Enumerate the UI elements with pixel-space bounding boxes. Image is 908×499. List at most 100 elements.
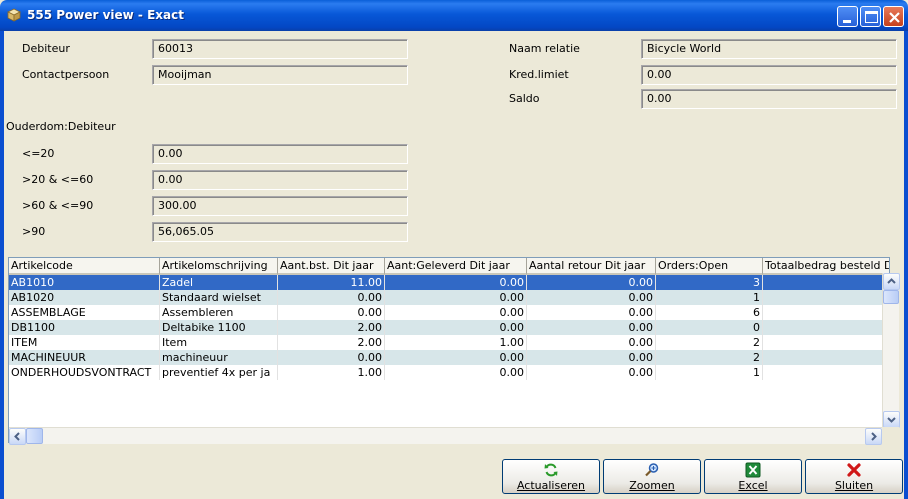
articles-grid[interactable]: Artikelcode Artikelomschrijving Aant.bst…: [8, 257, 890, 443]
excel-button[interactable]: Excel: [704, 459, 802, 494]
debiteur-label: Debiteur: [22, 42, 70, 55]
arrow-left-icon: [14, 432, 20, 441]
saldo-field[interactable]: 0.00: [641, 89, 897, 109]
window-client-area: Debiteur 60013 Contactpersoon Mooijman N…: [4, 31, 904, 499]
column-header-aant-bst[interactable]: Aant.bst. Dit jaar: [278, 258, 385, 275]
vertical-scroll-thumb[interactable]: [883, 290, 899, 304]
table-cell: Standaard wielset: [160, 290, 278, 305]
ouderdom-field-2[interactable]: 0.00: [152, 170, 408, 190]
column-header-artikelcode[interactable]: Artikelcode: [9, 258, 160, 275]
table-cell: DB1100: [9, 320, 160, 335]
debiteur-field[interactable]: 60013: [152, 39, 408, 59]
excel-label: Excel: [738, 479, 768, 492]
table-cell: ITEM: [9, 335, 160, 350]
table-cell: 0.00: [527, 275, 656, 290]
column-header-artikelomschrijving[interactable]: Artikelomschrijving: [160, 258, 278, 275]
zoom-icon: [645, 463, 659, 477]
table-cell: 1: [656, 365, 763, 380]
contactpersoon-field[interactable]: Mooijman: [152, 65, 408, 85]
column-header-aantal-retour[interactable]: Aantal retour Dit jaar: [527, 258, 656, 275]
table-cell: Assembleren: [160, 305, 278, 320]
ouderdom-field-1[interactable]: 0.00: [152, 144, 408, 164]
scroll-right-button[interactable]: [865, 428, 882, 445]
saldo-label: Saldo: [509, 92, 540, 105]
table-row[interactable]: ONDERHOUDSVONTRACT preventief 4x per ja 1.…: [9, 365, 889, 380]
close-x-icon: [847, 463, 861, 477]
zoomen-button[interactable]: Zoomen: [603, 459, 701, 494]
scroll-down-button[interactable]: [883, 411, 900, 428]
actualiseren-label: Actualiseren: [516, 479, 586, 492]
table-cell: 0.00: [278, 350, 385, 365]
table-row[interactable]: ITEM Item 2.00 1.00 0.00 2: [9, 335, 889, 350]
table-row[interactable]: ASSEMBLAGE Assembleren 0.00 0.00 0.00 6: [9, 305, 889, 320]
table-cell: preventief 4x per ja: [160, 365, 278, 380]
table-cell: [763, 350, 889, 365]
column-header-orders-open[interactable]: Orders:Open: [656, 258, 763, 275]
refresh-icon: [544, 463, 558, 477]
table-cell: 1.00: [385, 335, 527, 350]
maximize-button[interactable]: [860, 6, 881, 27]
table-cell: 0.00: [385, 290, 527, 305]
table-cell: ONDERHOUDSVONTRACT: [9, 365, 160, 380]
table-cell: Deltabike 1100: [160, 320, 278, 335]
kred-limiet-field[interactable]: 0.00: [641, 65, 897, 85]
horizontal-scrollbar[interactable]: [9, 427, 882, 445]
column-header-aant-geleverd[interactable]: Aant:Geleverd Dit jaar: [385, 258, 527, 275]
scrollbar-corner: [882, 427, 899, 444]
close-window-button[interactable]: [883, 6, 904, 27]
table-cell: 0.00: [527, 320, 656, 335]
kred-limiet-label: Kred.limiet: [509, 68, 569, 81]
table-cell: [763, 290, 889, 305]
table-cell: 2: [656, 350, 763, 365]
vertical-scrollbar[interactable]: [882, 273, 900, 428]
maximize-icon: [865, 11, 878, 23]
sluiten-button[interactable]: Sluiten: [805, 459, 903, 494]
table-cell: 6: [656, 305, 763, 320]
table-cell: 1: [763, 320, 889, 335]
ouderdom-label-2: >20 & <=60: [22, 173, 94, 186]
table-cell: Item: [160, 335, 278, 350]
minimize-button[interactable]: [837, 6, 858, 27]
scroll-up-button[interactable]: [883, 273, 900, 290]
ouderdom-field-4[interactable]: 56,065.05: [152, 222, 408, 242]
table-row[interactable]: MACHINEUUR machineuur 0.00 0.00 0.00 2: [9, 350, 889, 365]
contactpersoon-label: Contactpersoon: [22, 68, 110, 81]
table-cell: AB1010: [9, 275, 160, 290]
arrow-down-icon: [887, 417, 896, 423]
table-cell: 0.00: [385, 320, 527, 335]
ouderdom-heading: Ouderdom:Debiteur: [6, 120, 116, 133]
table-cell: 0.00: [385, 365, 527, 380]
title-bar[interactable]: 555 Power view - Exact: [0, 0, 908, 31]
table-cell: 2.00: [278, 320, 385, 335]
column-header-totaalbedrag[interactable]: Totaalbedrag besteld Dit: [763, 258, 889, 275]
ouderdom-label-1: <=20: [22, 147, 55, 160]
table-row[interactable]: AB1010 Zadel 11.00 0.00 0.00 3: [9, 275, 889, 290]
arrow-up-icon: [887, 278, 896, 284]
close-icon: [889, 12, 900, 23]
ouderdom-label-3: >60 & <=90: [22, 199, 94, 212]
naam-relatie-field[interactable]: Bicycle World: [641, 39, 897, 59]
table-cell: [763, 275, 889, 290]
table-row[interactable]: DB1100Deltabike 11002.000.000.0001: [9, 320, 889, 335]
table-cell: AB1020: [9, 290, 160, 305]
table-cell: 0.00: [385, 350, 527, 365]
scroll-left-button[interactable]: [9, 428, 26, 445]
table-cell: 0: [656, 320, 763, 335]
ouderdom-label-4: >90: [22, 225, 46, 238]
table-cell: 2.00: [278, 335, 385, 350]
sluiten-label: Sluiten: [834, 479, 874, 492]
horizontal-scroll-thumb[interactable]: [26, 428, 43, 444]
app-box-icon: [7, 8, 21, 22]
table-cell: 0.00: [527, 335, 656, 350]
arrow-right-icon: [871, 432, 877, 441]
table-cell: MACHINEUUR: [9, 350, 160, 365]
actualiseren-button[interactable]: Actualiseren: [502, 459, 600, 494]
table-row[interactable]: AB1020 Standaard wielset 0.00 0.00 0.00 1: [9, 290, 889, 305]
table-cell: 0.00: [278, 305, 385, 320]
naam-relatie-label: Naam relatie: [509, 42, 580, 55]
table-cell: [763, 335, 889, 350]
ouderdom-field-3[interactable]: 300.00: [152, 196, 408, 216]
table-cell: 0.00: [278, 290, 385, 305]
table-cell: [763, 365, 889, 380]
table-cell: 0.00: [527, 365, 656, 380]
